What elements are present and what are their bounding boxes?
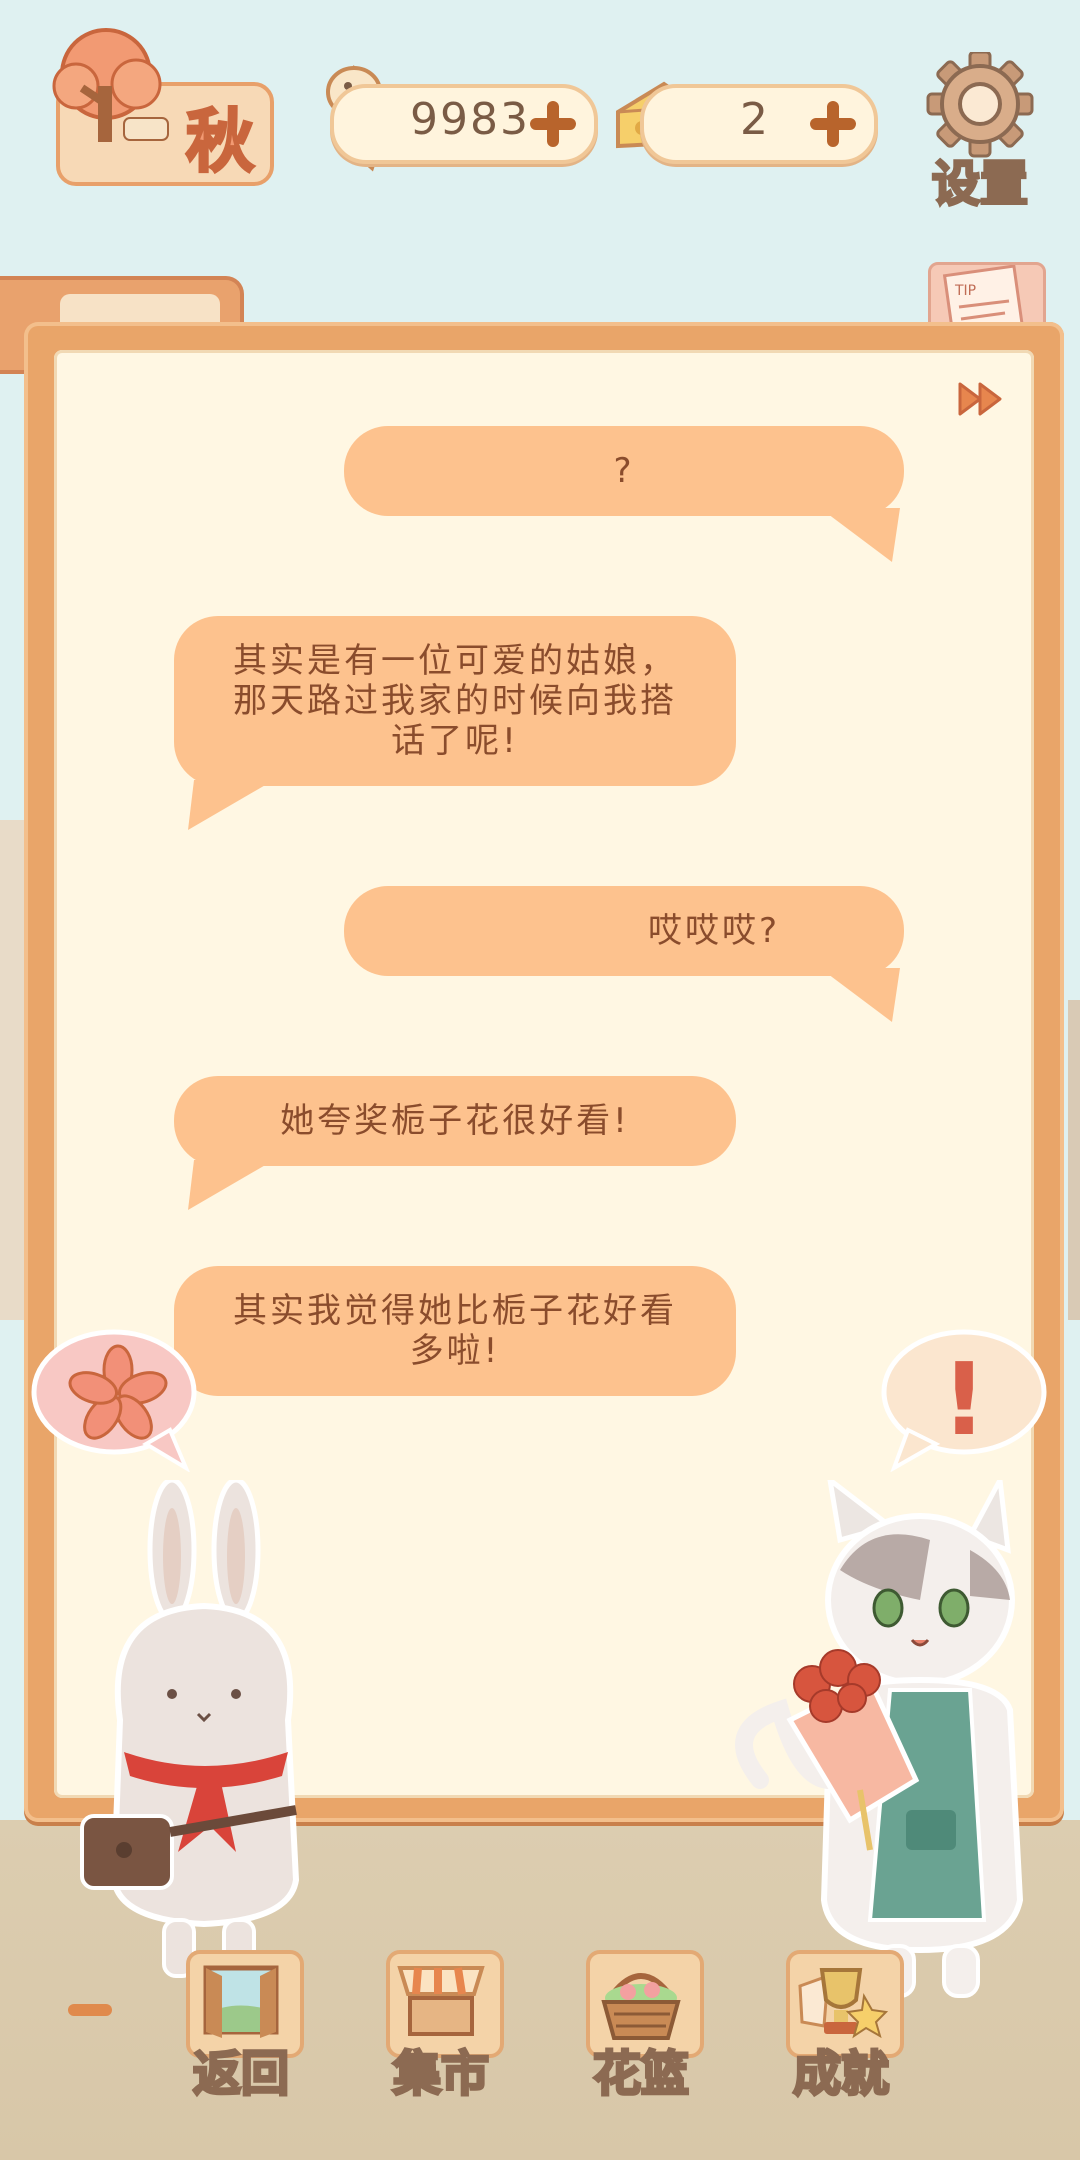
fishbone-count: 9983 (410, 94, 530, 145)
fast-forward-button[interactable] (956, 380, 1006, 418)
market-stall-icon (397, 1966, 485, 2036)
menu-toggle-button[interactable] (68, 2004, 112, 2016)
season-badge: 秋 (36, 24, 274, 186)
nav-return-label: 返回 (191, 2045, 290, 2104)
dialog-text: 其实是有一位可爱的姑娘， 那天路过我家的时候向我搭 话了呢! (233, 641, 677, 761)
add-fishbone-button[interactable] (526, 97, 580, 151)
tip-label: TIP (954, 283, 976, 299)
nav-basket-button[interactable]: 花篮 (576, 1950, 706, 2104)
nav-market-button[interactable]: 集市 (376, 1950, 506, 2104)
nav-market-label: 集市 (391, 2045, 490, 2104)
dialog-text: 她夸奖栀子花很好看! (280, 1101, 630, 1141)
nav-achievement-label: 成就 (791, 2045, 890, 2104)
window-return-icon (203, 1965, 279, 2038)
fishbone-counter: 9983 (330, 84, 598, 164)
add-cheese-button[interactable] (806, 97, 860, 151)
cat-florist-character (735, 1480, 1024, 1998)
dialog-bubble-left: 她夸奖栀子花很好看! (174, 1076, 736, 1166)
dialog-text: 哎哎哎? (647, 911, 781, 951)
flower-thought-bubble-icon (31, 1329, 197, 1472)
nav-achievement-button[interactable]: 成就 (776, 1950, 906, 2104)
settings-label: 设置 (930, 155, 1029, 214)
cheese-count: 2 (740, 94, 770, 145)
background-scenery-left (0, 820, 26, 1320)
dialog-bubble-right: ? (344, 426, 904, 516)
bubble-tail (820, 968, 900, 1022)
bubble-tail (820, 508, 900, 562)
tree-icon (52, 28, 169, 142)
bubble-tail (188, 780, 274, 830)
background-scenery-right (1068, 1000, 1080, 1320)
exclamation-bubble-icon: ! (881, 1329, 1047, 1472)
dialog-text: 其实我觉得她比栀子花好看 多啦! (233, 1291, 677, 1371)
dialog-bubble-left: 其实我觉得她比栀子花好看 多啦! (174, 1266, 736, 1396)
cat-reaction-text: ! (941, 1341, 987, 1458)
bubble-tail (188, 1160, 274, 1210)
nav-return-button[interactable]: 返回 (176, 1950, 306, 2104)
rabbit-character (80, 1480, 300, 1978)
trophy-icon (798, 1968, 888, 2039)
dialog-text: ? (613, 451, 635, 491)
season-label: 秋 (184, 102, 257, 184)
cheese-counter: 2 (640, 84, 878, 164)
settings-button[interactable]: 设置 (920, 50, 1040, 214)
flower-basket-icon (601, 1973, 681, 2040)
dialog-bubble-left: 其实是有一位可爱的姑娘， 那天路过我家的时候向我搭 话了呢! (174, 616, 736, 786)
nav-basket-label: 花篮 (591, 2045, 690, 2104)
dialog-bubble-right: 哎哎哎? (344, 886, 904, 976)
